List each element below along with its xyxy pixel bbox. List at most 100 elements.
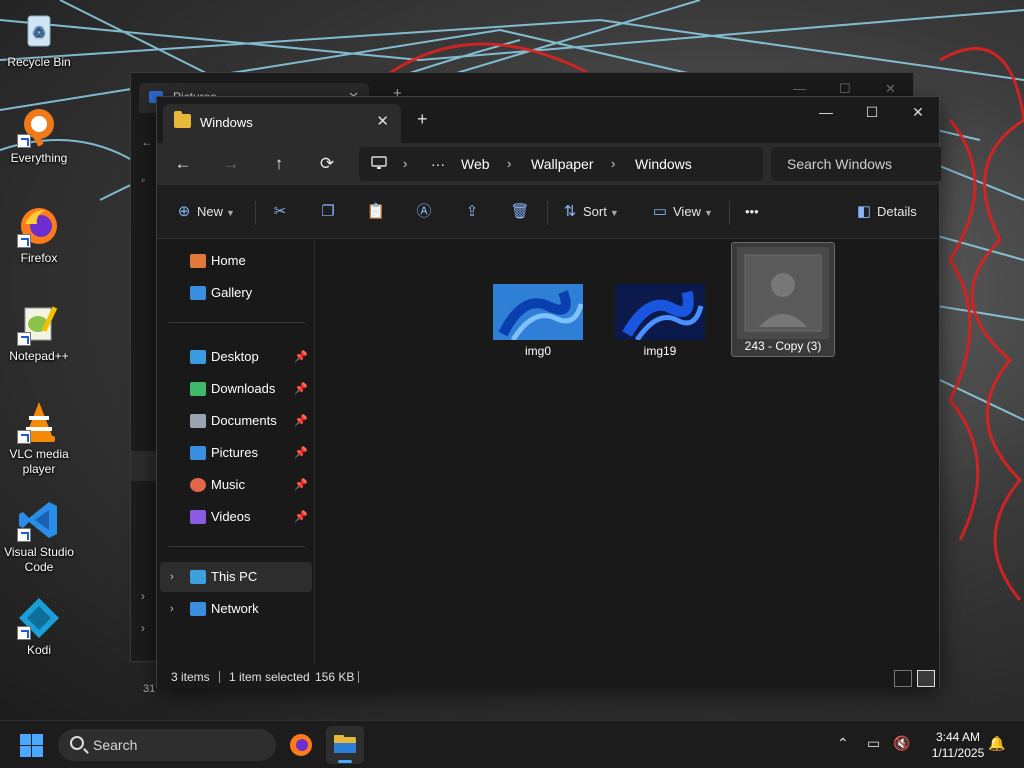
file-list[interactable]: img0 img19 243 - Copy (3) <box>316 240 939 664</box>
sort-button[interactable]: ⇅ Sort ▼ <box>561 199 619 225</box>
new-tab-button[interactable]: + <box>417 109 428 130</box>
desktop-icon-vlc[interactable]: VLC media player <box>2 400 76 477</box>
chevron-down-icon: ▼ <box>703 208 713 218</box>
nav-item-gallery[interactable]: Gallery <box>160 278 312 308</box>
rename-icon[interactable]: Ⓐ <box>411 199 437 225</box>
new-button[interactable]: ⊕ New ▼ <box>175 199 235 225</box>
nav-item-videos[interactable]: Videos 📌 <box>160 502 312 532</box>
desktop-icon-notepadpp[interactable]: Notepad++ <box>2 302 76 364</box>
minimize-button[interactable]: — <box>803 97 849 129</box>
pin-icon[interactable]: 📌 <box>294 374 308 404</box>
cut-icon[interactable]: ✂ <box>267 199 293 225</box>
pin-icon[interactable]: 📌 <box>294 342 308 372</box>
details-pane-icon: ◧ <box>856 203 872 220</box>
start-button[interactable] <box>20 734 43 757</box>
taskbar-file-explorer[interactable] <box>326 726 364 764</box>
paste-icon[interactable]: 📋 <box>363 199 389 225</box>
refresh-button[interactable]: ⟳ <box>311 148 343 180</box>
nav-item-home[interactable]: Home <box>160 246 312 276</box>
nav-item-pictures[interactable]: Pictures 📌 <box>160 438 312 468</box>
nav-item-network[interactable]: › Network <box>160 594 312 624</box>
copy-icon[interactable]: ❐ <box>315 199 341 225</box>
minimize-button[interactable]: — <box>793 81 806 96</box>
item-count: 3 items <box>171 670 210 684</box>
nav-item-this-pc[interactable]: › This PC <box>160 562 312 592</box>
close-button[interactable]: ✕ <box>895 97 941 129</box>
search-input[interactable]: Search Windows <box>771 147 941 181</box>
status-separator <box>358 671 359 683</box>
file-name: 243 - Copy (3) <box>744 339 822 353</box>
maximize-button[interactable]: ☐ <box>849 97 895 129</box>
details-view-toggle[interactable] <box>894 670 912 687</box>
volume-muted-icon[interactable]: 🔇 <box>893 735 910 752</box>
explorer-window[interactable]: Windows ✕ + — ☐ ✕ ← → ↑ ⟳ › ··· Web › Wa… <box>156 96 941 688</box>
forward-button[interactable]: → <box>215 148 247 180</box>
nav-item-label: Pictures <box>211 445 258 460</box>
breadcrumb-overflow-icon[interactable]: ··· <box>431 156 445 172</box>
tab-title: Windows <box>200 115 253 130</box>
close-button[interactable]: ✕ <box>885 81 896 97</box>
chevron-right-icon[interactable]: › <box>141 621 145 635</box>
pin-icon[interactable]: 📌 <box>294 406 308 436</box>
desktop-icon-label: Recycle Bin <box>7 55 71 69</box>
file-tile[interactable]: img0 <box>486 270 590 386</box>
svg-text:♻: ♻ <box>33 25 46 41</box>
nav-item-music[interactable]: Music 📌 <box>160 470 312 500</box>
vscode-icon <box>17 498 61 542</box>
title-bar: Windows ✕ + — ☐ ✕ <box>157 97 941 144</box>
chevron-right-icon[interactable]: › <box>170 594 174 624</box>
desktop-icon-firefox[interactable]: Firefox <box>2 204 76 266</box>
breadcrumb-separator-icon[interactable]: › <box>507 156 511 171</box>
breadcrumb-web[interactable]: Web <box>461 156 490 172</box>
close-tab-icon[interactable]: ✕ <box>376 112 389 130</box>
breadcrumb-separator-icon[interactable]: › <box>403 156 407 171</box>
pin-icon[interactable]: 📌 <box>294 470 308 500</box>
file-tile[interactable]: img19 <box>608 270 712 386</box>
shortcut-arrow-icon <box>17 134 31 148</box>
desktop-icon-label: Everything <box>10 151 68 165</box>
address-bar[interactable]: › ··· Web › Wallpaper › Windows <box>359 147 763 181</box>
more-options-button[interactable]: ••• <box>745 199 759 225</box>
selected-nav-item[interactable] <box>131 451 159 481</box>
nav-item-desktop[interactable]: Desktop 📌 <box>160 342 312 372</box>
firefox-icon <box>17 204 61 248</box>
file-name: img19 <box>643 344 677 358</box>
view-button[interactable]: ▭ View ▼ <box>651 199 713 225</box>
nav-item-documents[interactable]: Documents 📌 <box>160 406 312 436</box>
tiles-view-toggle[interactable] <box>917 670 935 687</box>
breadcrumb-windows[interactable]: Windows <box>635 156 692 172</box>
pin-icon[interactable]: 📌 <box>294 438 308 468</box>
delete-icon[interactable]: 🗑 <box>507 199 533 225</box>
vlc-icon <box>17 400 61 444</box>
desktop-icon-vscode[interactable]: Visual Studio Code <box>2 498 76 575</box>
up-button[interactable]: ↑ <box>263 148 295 180</box>
nav-item-downloads[interactable]: Downloads 📌 <box>160 374 312 404</box>
taskbar-firefox[interactable] <box>282 726 320 764</box>
details-pane-button[interactable]: ◧ Details <box>855 199 917 225</box>
desktop-icon-recycle-bin[interactable]: ♻ Recycle Bin <box>2 8 76 70</box>
breadcrumb-separator-icon[interactable]: › <box>611 156 615 171</box>
taskbar-search[interactable]: Search <box>58 729 276 761</box>
recycle-bin-icon: ♻ <box>17 8 61 52</box>
status-item-count: 31 <box>143 683 156 695</box>
back-arrow-icon[interactable]: ← <box>141 135 153 149</box>
maximize-button[interactable]: ☐ <box>839 81 851 97</box>
selection-size: 156 KB <box>315 670 355 684</box>
network-status-icon[interactable]: ▭ <box>867 735 880 752</box>
clock[interactable]: 3:44 AM 1/11/2025 <box>918 729 998 761</box>
desktop-icon-everything[interactable]: Everything <box>2 104 76 166</box>
desktop-icon-label: Visual Studio Code <box>4 545 74 574</box>
breadcrumb-wallpaper[interactable]: Wallpaper <box>531 156 594 172</box>
chevron-right-icon[interactable]: › <box>170 562 174 592</box>
monitor-icon[interactable] <box>371 156 387 173</box>
file-tile-selected[interactable]: 243 - Copy (3) <box>731 242 835 357</box>
share-icon[interactable]: ⇪ <box>459 199 485 225</box>
tab-windows[interactable]: Windows ✕ <box>163 104 401 144</box>
show-hidden-icons-chevron[interactable]: ⌃ <box>837 735 849 752</box>
pin-icon[interactable]: 📌 <box>294 502 308 532</box>
navigation-pane: Home Gallery Desktop 📌 Downloads 📌 Docum… <box>157 240 315 664</box>
back-button[interactable]: ← <box>167 148 199 180</box>
chevron-right-icon[interactable]: › <box>141 589 145 603</box>
desktop-icon-kodi[interactable]: Kodi <box>2 596 76 658</box>
notification-bell-icon[interactable]: 🔔 <box>988 735 1005 752</box>
